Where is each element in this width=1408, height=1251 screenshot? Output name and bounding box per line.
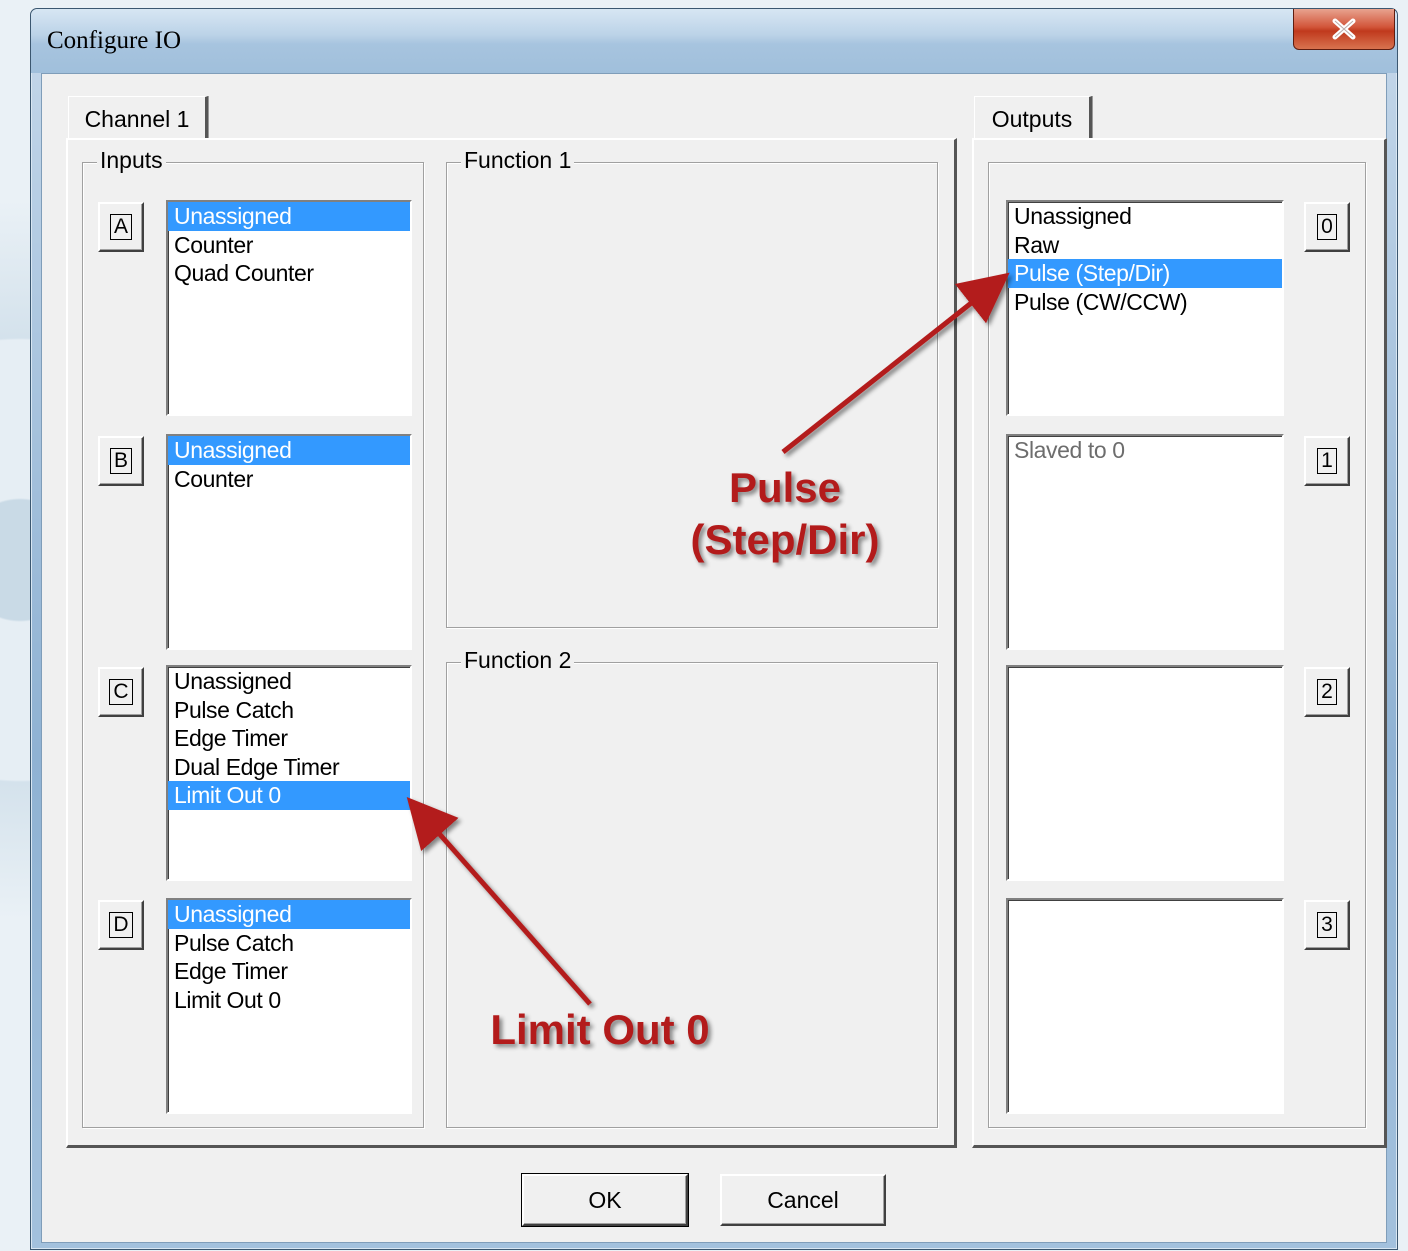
- pulse-annotation: Pulse (Step/Dir): [660, 462, 910, 566]
- pulse-annotation-line2: (Step/Dir): [690, 516, 880, 563]
- limit-out-annotation: Limit Out 0: [490, 1006, 710, 1053]
- pulse-annotation-line1: Pulse: [728, 464, 842, 511]
- arrow-to-pulse-step-dir: [781, 272, 1010, 454]
- arrow-to-limit-out-0: [406, 797, 592, 1006]
- annotation-arrows: [406, 272, 1010, 1006]
